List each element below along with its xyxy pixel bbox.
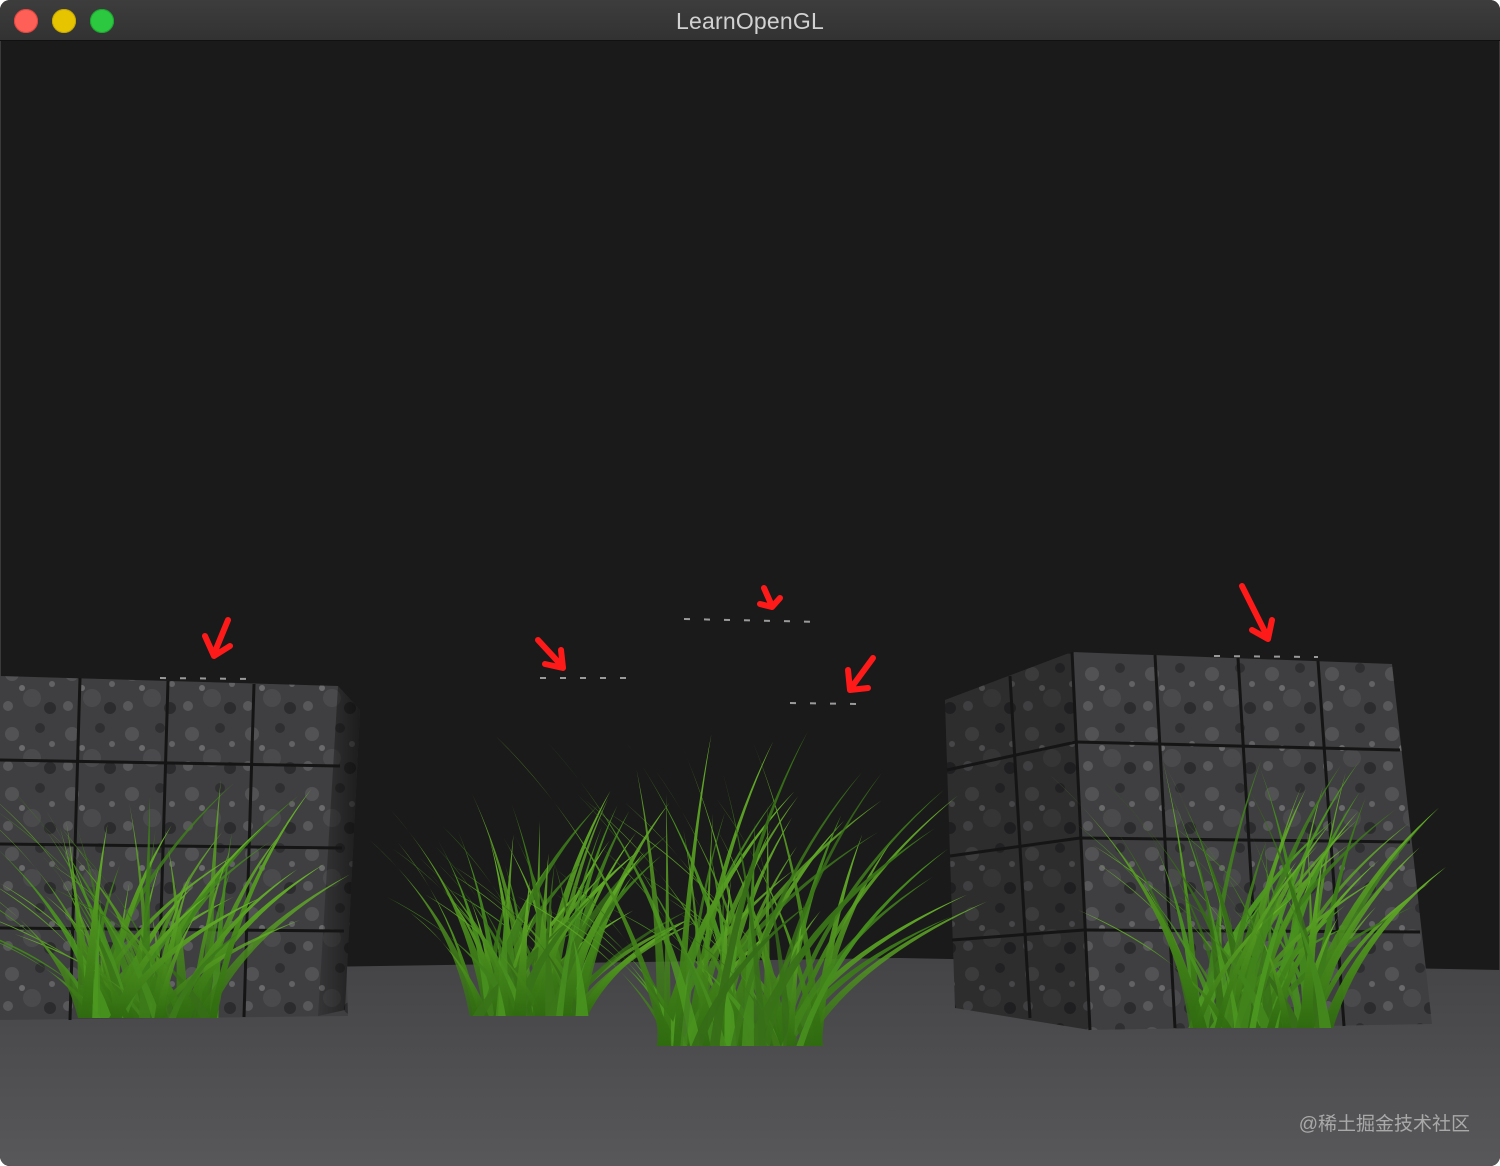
red-arrow-icon <box>535 637 566 671</box>
red-arrow-icon <box>845 655 876 693</box>
app-window: LearnOpenGL @稀土掘金技术社区 <box>0 0 1500 1166</box>
title-bar[interactable]: LearnOpenGL <box>0 0 1500 41</box>
watermark: @稀土掘金技术社区 <box>1298 1114 1470 1135</box>
opengl-viewport[interactable] <box>0 41 1500 1166</box>
window-title: LearnOpenGL <box>676 8 824 34</box>
render-scene <box>0 583 1500 1166</box>
red-arrow-icon <box>757 585 783 610</box>
red-arrow-icon <box>202 617 233 659</box>
red-arrow-icon <box>1239 583 1275 642</box>
